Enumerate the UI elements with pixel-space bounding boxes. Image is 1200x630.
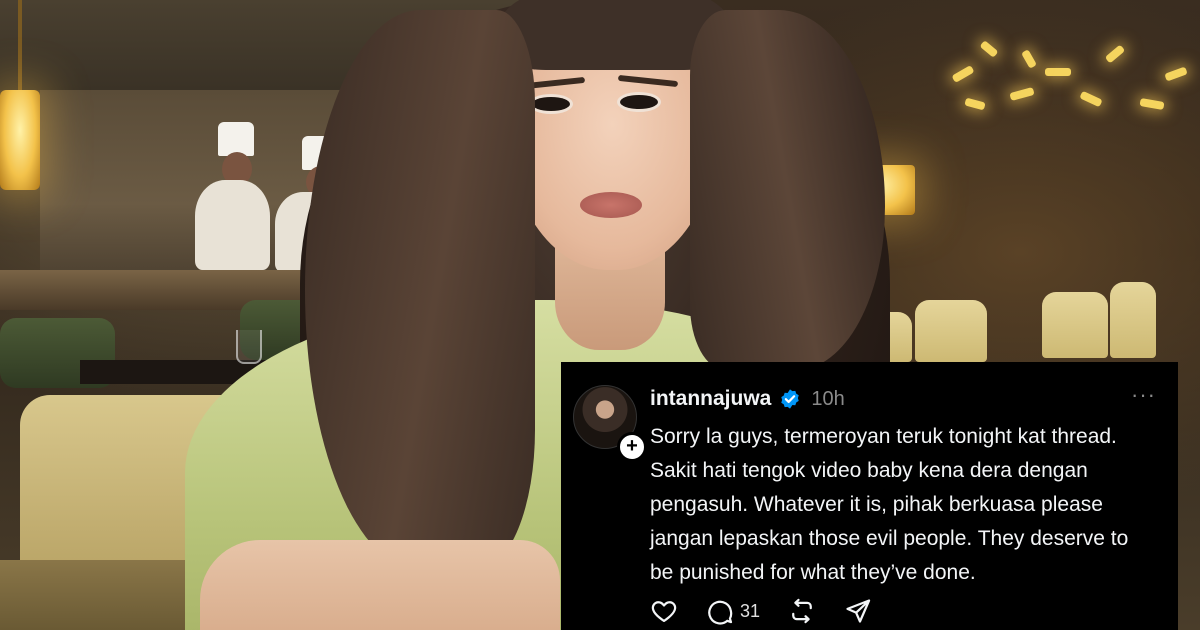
dining-chair <box>1042 292 1108 358</box>
repost-icon <box>792 598 812 624</box>
dining-chair <box>915 300 987 362</box>
eye <box>620 95 658 109</box>
chandelier-light <box>1104 44 1126 64</box>
post-text-line: jangan lepaskan those evil people. They … <box>650 527 1129 550</box>
eye <box>532 97 570 111</box>
comment-icon <box>708 600 733 625</box>
post-text-line: pengasuh. Whatever it is, pihak berkuasa… <box>650 493 1103 516</box>
reply-count: 31 <box>740 600 761 621</box>
chandelier-light <box>1079 90 1103 108</box>
reply-button[interactable]: 31 <box>706 597 760 625</box>
send-icon <box>846 599 871 623</box>
share-button[interactable] <box>844 597 872 625</box>
post-header: intannajuwa 10h <box>650 384 845 414</box>
arm <box>200 540 560 630</box>
chandelier-light <box>979 40 999 58</box>
hair-strands <box>305 10 535 570</box>
chandelier-light <box>1164 66 1188 82</box>
post-text-line: Sakit hati tengok video baby kena dera d… <box>650 459 1088 482</box>
lamp-stem <box>18 0 22 92</box>
post-text-line: Sorry la guys, termeroyan teruk tonight … <box>650 425 1117 448</box>
repost-button[interactable] <box>788 597 816 625</box>
post-text: Sorry la guys, termeroyan teruk tonight … <box>650 420 1165 590</box>
heart-icon <box>651 601 677 623</box>
lips <box>580 192 642 218</box>
post-actions: 31 <box>650 596 900 626</box>
like-button[interactable] <box>650 597 678 625</box>
threads-post-card: + intannajuwa 10h ··· Sorry la guys, ter… <box>561 362 1178 630</box>
chandelier-light <box>1021 49 1037 69</box>
username[interactable]: intannajuwa <box>650 387 771 411</box>
dining-chair <box>1110 282 1156 358</box>
hair-strands <box>690 10 885 370</box>
post-timestamp: 10h <box>811 387 845 410</box>
follow-plus-button[interactable]: + <box>617 432 647 462</box>
chandelier-light <box>1045 68 1071 76</box>
chef-hat <box>218 122 254 156</box>
chandelier-light <box>951 65 975 83</box>
chandelier-light <box>1009 87 1035 101</box>
wine-glass <box>236 330 262 364</box>
post-text-line: be punished for what they’ve done. <box>650 561 976 584</box>
pendant-lamp <box>0 90 40 190</box>
chef <box>195 180 270 270</box>
more-options-icon[interactable]: ··· <box>1131 382 1156 408</box>
verified-badge-icon <box>781 389 800 409</box>
chandelier-light <box>964 97 986 111</box>
chandelier-light <box>1139 97 1165 111</box>
